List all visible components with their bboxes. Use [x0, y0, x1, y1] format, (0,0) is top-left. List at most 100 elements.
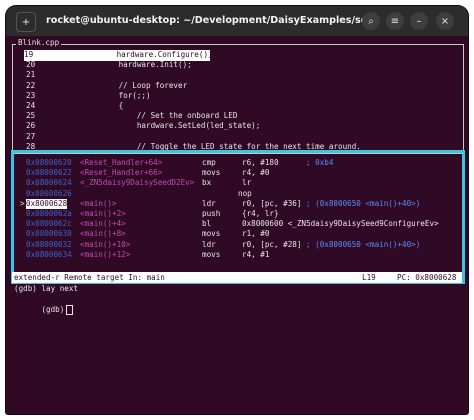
- hamburger-menu-icon: ≡: [390, 15, 400, 27]
- line-number: 23: [26, 90, 36, 100]
- search-icon: ⌕: [368, 15, 374, 27]
- asm-address: 0x08000634: [26, 249, 72, 259]
- asm-opcode: ldr: [202, 198, 216, 208]
- line-number: 25: [26, 111, 36, 121]
- asm-symbol: <main()+12>: [80, 249, 131, 259]
- terminal-area[interactable]: Blink.cpp 19 hardware.Configure(); 20 har…: [6, 36, 468, 414]
- asm-line: 0x08000626 nop: [6, 189, 454, 200]
- source-line: 26 hardware.SetLed(led_state);: [26, 121, 456, 132]
- asm-line: 0x08000624 <_ZN5daisy9DaisySeedD2Ev> bx lr: [6, 178, 454, 189]
- asm-operands: r0, [pc, #36]: [242, 198, 302, 208]
- asm-address: 0x08000622: [26, 168, 72, 178]
- asm-line: 0x08000630 <main()+8> movs r1, #0: [6, 229, 454, 240]
- asm-line: 0x08000632 <main()+10> ldr r0, [pc, #28] ; (…: [6, 240, 454, 251]
- current-line-marker: >: [20, 198, 25, 208]
- asm-operands: r0, [pc, #28]: [242, 239, 302, 249]
- source-file-label: Blink.cpp: [16, 38, 62, 48]
- asm-address: 0x08000632: [26, 239, 72, 249]
- console-prompt-line[interactable]: (gdb): [14, 294, 74, 315]
- asm-address: 0x0800062c: [26, 219, 72, 229]
- asm-comment: ; 0xb4: [306, 158, 334, 167]
- asm-symbol: <Reset_Handler+66>: [80, 168, 163, 178]
- asm-address: 0x0800062a: [26, 209, 72, 218]
- asm-opcode: movs: [202, 229, 221, 239]
- source-line: 23 for(;;): [26, 91, 456, 102]
- console-line: (gdb) lay next: [14, 284, 79, 293]
- source-line: 20 hardware.Init();: [26, 60, 456, 71]
- asm-operands: r6, #180: [242, 158, 279, 167]
- status-bar: extended-r Remote target In: main L19 PC…: [12, 272, 462, 283]
- minimize-button[interactable]: –: [410, 12, 428, 30]
- asm-line: 0x08000634 <main()+12> movs r4, #1: [6, 250, 454, 261]
- asm-line: >0x8000628 <main()> ldr r0, [pc, #36] ; (0x8…: [6, 198, 454, 210]
- gdb-prompt: (gdb): [41, 304, 65, 314]
- asm-opcode: cmp: [202, 158, 216, 167]
- terminal-window: + rocket@ubuntu-desktop: ~/Development/D…: [6, 6, 468, 414]
- status-pc: PC: 0x8000628: [397, 273, 457, 282]
- asm-symbol: <main()+4>: [80, 219, 126, 229]
- asm-symbol: <main()>: [80, 198, 117, 208]
- source-code: hardware.Configure();: [80, 50, 213, 59]
- source-code: // Loop forever: [82, 80, 188, 90]
- source-line: 19 hardware.Configure();: [24, 50, 213, 61]
- line-number: 20: [26, 60, 36, 70]
- asm-opcode: movs: [202, 168, 221, 178]
- asm-operands: 0x8000600 <_ZN5daisy9DaisySeed9Configure…: [242, 219, 439, 229]
- text-cursor: [66, 304, 74, 315]
- source-line: 25 // Set the onboard LED: [26, 111, 456, 122]
- new-tab-button[interactable]: +: [16, 12, 36, 32]
- asm-symbol: <main()+8>: [80, 229, 126, 239]
- asm-operands: r1, #0: [242, 229, 270, 239]
- asm-operands: {r4, lr}: [242, 209, 279, 218]
- line-number: 22: [26, 80, 36, 90]
- asm-line: 0x0800062c <main()+4> bl 0x8000600 <_ZN5dai…: [6, 219, 454, 230]
- asm-symbol: <_ZN5daisy9DaisySeedD2Ev>: [80, 178, 195, 188]
- asm-opcode: bl: [202, 219, 212, 229]
- asm-address: 0x08000626: [26, 188, 72, 198]
- title-bar: + rocket@ubuntu-desktop: ~/Development/D…: [6, 6, 468, 36]
- asm-opcode: push: [202, 209, 221, 218]
- asm-comment: ; (0x8000650 <main()+40>): [306, 198, 421, 208]
- asm-line: 0x08000622 <Reset_Handler+66> movs r4, #0: [6, 168, 454, 179]
- line-number: 26: [26, 121, 36, 131]
- asm-line: 0x08000620 <Reset_Handler+64> cmp r6, #180;…: [6, 158, 454, 169]
- new-tab-icon: +: [21, 16, 31, 28]
- status-line: L19: [362, 273, 376, 282]
- line-number: 24: [26, 101, 36, 110]
- asm-operands: lr: [242, 178, 252, 188]
- asm-opcode: ldr: [202, 239, 216, 249]
- asm-address: 0x08000630: [26, 229, 72, 239]
- asm-symbol: <main()+2>: [80, 209, 126, 218]
- asm-address: 0x08000620: [26, 158, 72, 167]
- asm-opcode: bx: [202, 178, 212, 188]
- asm-operands: r4, #1: [242, 249, 270, 259]
- source-code: for(;;): [82, 90, 151, 100]
- asm-operands: r4, #0: [242, 168, 270, 178]
- window-title: rocket@ubuntu-desktop: ~/Development/Dai…: [46, 15, 378, 26]
- minimize-icon: –: [416, 15, 422, 27]
- source-line: 22 // Loop forever: [26, 81, 456, 92]
- asm-address: 0x08000624: [26, 178, 72, 188]
- menu-button[interactable]: ≡: [386, 12, 404, 30]
- source-code: // Set the onboard LED: [82, 111, 238, 121]
- source-line: 21: [26, 70, 456, 81]
- line-number: 21: [26, 70, 36, 80]
- status-target: extended-r Remote target In: main: [14, 273, 165, 282]
- line-number: 19: [24, 50, 34, 59]
- asm-opcode: movs: [202, 249, 221, 259]
- line-number: 27: [26, 131, 36, 141]
- asm-operands: nop: [238, 188, 252, 198]
- close-icon: ×: [440, 15, 450, 27]
- asm-symbol: <Reset_Handler+64>: [80, 158, 163, 167]
- search-button[interactable]: ⌕: [362, 12, 380, 30]
- asm-comment: ; (0x8000650 <main()+40>): [306, 239, 421, 249]
- close-button[interactable]: ×: [436, 12, 454, 30]
- source-line: 27: [26, 132, 456, 143]
- source-line: 24 {: [26, 101, 456, 112]
- source-code: hardware.Init();: [82, 60, 192, 70]
- asm-symbol: <main()+10>: [80, 239, 131, 249]
- asm-line: 0x0800062a <main()+2> push {r4, lr}: [6, 209, 454, 220]
- source-code: hardware.SetLed(led_state);: [82, 121, 261, 131]
- asm-address: 0x8000628: [26, 198, 68, 210]
- source-code: {: [82, 101, 124, 110]
